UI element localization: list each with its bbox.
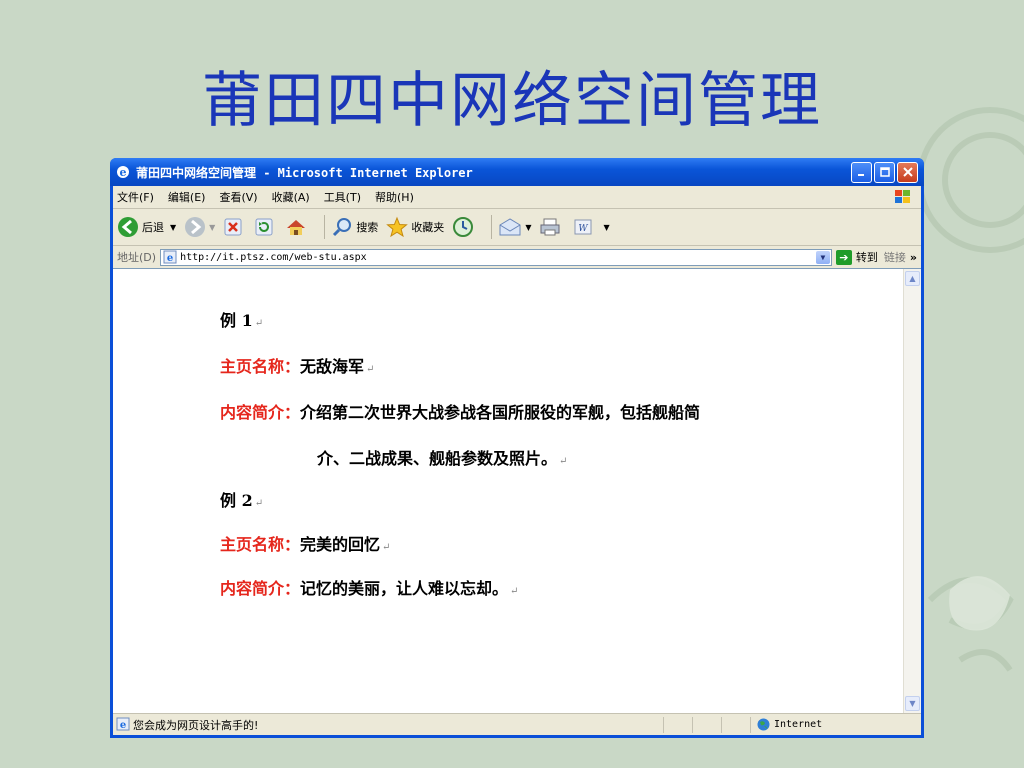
example-1-heading: 例 1 ↵ [220,311,264,330]
zone-label: Internet [774,719,823,730]
search-button[interactable]: 搜索 [331,216,378,238]
scroll-down-button[interactable]: ▼ [905,696,920,711]
homepage-name-label: 主页名称： [220,535,301,554]
close-button[interactable] [897,161,918,183]
content-intro-text: 介绍第二次世界大战参战各国所服役的军舰，包括舰船简 [300,403,701,422]
menu-edit[interactable]: 编辑(E) [168,189,206,205]
status-segment [721,716,750,733]
word-document-icon: W [574,219,592,235]
window-client: 文件(F) 编辑(E) 查看(V) 收藏(A) 工具(T) 帮助(H) 后退 ▼… [113,186,921,735]
forward-dropdown-icon[interactable]: ▼ [209,223,215,232]
content-intro-label: 内容简介： [220,579,301,598]
maximize-icon [879,167,890,177]
menu-tools[interactable]: 工具(T) [324,189,361,205]
home-button[interactable] [285,217,310,237]
svg-text:e: e [120,166,127,179]
scroll-up-button[interactable]: ▲ [905,271,920,286]
mail-dropdown-icon[interactable]: ▼ [525,223,531,232]
history-button[interactable] [452,216,477,238]
address-label: 地址(D) [117,251,157,264]
go-label: 转到 [855,251,878,264]
go-button[interactable]: ➔ 转到 [835,249,878,265]
forward-button[interactable]: ▼ [184,216,215,238]
homepage-name-label: 主页名称： [220,357,301,376]
search-label: 搜索 [356,221,379,234]
page-icon: e [163,250,177,264]
stop-icon [224,218,242,236]
search-icon [333,218,352,237]
toolbar-separator [491,215,493,239]
edit-button[interactable]: W ▼ [572,217,610,237]
home-icon [287,220,306,235]
status-text: 您会成为网页设计高手的! [133,718,259,732]
back-button[interactable]: 后退 ▼ [117,216,176,238]
go-arrow-icon: ➔ [835,249,852,265]
status-segment [692,716,721,733]
ie-window: e 莆田四中网络空间管理 - Microsoft Internet Explor… [110,158,924,738]
address-dropdown-icon[interactable]: ▼ [815,250,830,264]
security-zone: Internet [750,716,907,733]
page-status-icon: e [116,717,130,731]
minimize-icon [858,173,864,176]
back-arrow-icon [118,217,138,237]
print-button[interactable] [539,217,564,237]
menu-favorites[interactable]: 收藏(A) [272,189,310,205]
address-url: http://it.ptsz.com/web-stu.aspx [180,251,367,263]
minimize-button[interactable] [851,161,872,183]
chevron-right-icon[interactable]: » [910,251,917,264]
svg-text:W: W [579,224,589,234]
printer-icon [540,218,560,236]
favorites-label: 收藏夹 [411,221,445,234]
maximize-button[interactable] [874,161,895,183]
windows-flag-icon [895,190,910,203]
menu-view[interactable]: 查看(V) [219,189,257,205]
mail-button[interactable]: ▼ [498,217,531,237]
refresh-button[interactable] [254,217,277,237]
homepage-name: 完美的回忆 [300,535,381,554]
example-2-heading: 例 2 ↵ [220,491,264,510]
example-2-desc-row: 内容简介：记忆的美丽，让人难以忘却。 ↵ [220,579,519,598]
close-icon [902,167,913,177]
svg-text:e: e [167,253,173,264]
menu-file[interactable]: 文件(F) [117,189,154,205]
content-intro-text: 记忆的美丽，让人难以忘却。 [300,579,509,598]
forward-arrow-icon [185,217,206,237]
mail-icon [499,218,521,236]
menu-bar: 文件(F) 编辑(E) 查看(V) 收藏(A) 工具(T) 帮助(H) [113,186,921,209]
favorites-button[interactable]: 收藏夹 [386,216,444,238]
content-intro-text-cont: 介、二战成果、舰船参数及照片。 [317,449,558,468]
back-label: 后退 [142,221,164,234]
window-titlebar[interactable]: e 莆田四中网络空间管理 - Microsoft Internet Explor… [110,158,924,186]
star-icon [386,216,409,238]
globe-icon [757,718,770,731]
back-dropdown-icon[interactable]: ▼ [170,223,176,232]
content-intro-label: 内容简介： [220,403,301,422]
status-bar: e 您会成为网页设计高手的! Internet [113,713,921,735]
example-2-name-row: 主页名称：完美的回忆 ↵ [220,535,391,554]
status-segment [663,716,692,733]
address-bar: 地址(D) e http://it.ptsz.com/web-stu.aspx … [113,246,921,269]
address-input[interactable]: e http://it.ptsz.com/web-stu.aspx ▼ [160,248,832,266]
stop-button[interactable] [223,217,246,237]
ie-logo-icon: e [117,166,129,179]
svg-text:e: e [120,720,126,731]
example-1-desc-cont: 介、二战成果、舰船参数及照片。 ↵ [317,449,568,468]
edit-dropdown-icon[interactable]: ▼ [603,223,609,232]
links-button[interactable]: 链接 [884,249,906,265]
history-icon [453,217,474,237]
homepage-name: 无敌海军 [300,357,365,376]
window-title: 莆田四中网络空间管理 - Microsoft Internet Explorer [136,165,473,180]
toolbar-separator [324,215,326,239]
example-1-desc-row: 内容简介：介绍第二次世界大战参战各国所服役的军舰，包括舰船简 [220,399,700,423]
refresh-icon [255,218,273,236]
example-1-name-row: 主页名称：无敌海军 ↵ [220,357,375,376]
vertical-scrollbar[interactable]: ▲ ▼ [903,269,921,713]
menu-help[interactable]: 帮助(H) [375,189,414,205]
page-content: 例 1 ↵ 主页名称：无敌海军 ↵ 内容简介：介绍第二次世界大战参战各国所服役的军舰… [113,268,921,713]
toolbar: 后退 ▼ ▼ 搜索 收藏夹 ▼ W ▼ [113,209,921,246]
slide-title: 莆田四中网络空间管理 [202,66,822,136]
